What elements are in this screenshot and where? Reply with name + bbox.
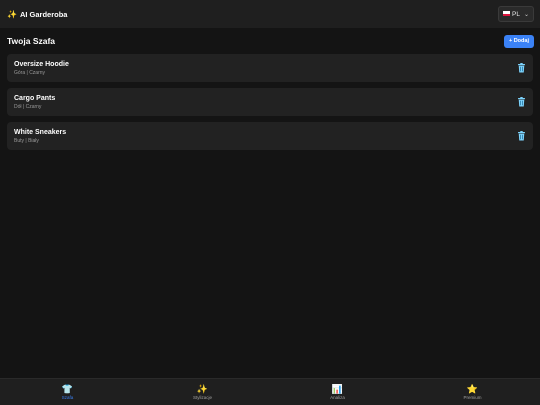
nav-label: Szafa: [61, 394, 74, 400]
app-title: ✨ AI Garderoba: [7, 10, 67, 19]
nav-label: Analiza: [330, 394, 345, 400]
bottom-nav: 👕 Szafa ✨ Stylizacje 📊 Analiza ⭐ Premium: [0, 378, 540, 405]
sparkle-icon: ✨: [196, 383, 209, 394]
item-meta: Dół | Czarny: [14, 103, 42, 110]
wardrobe-section-header: Twoja Szafa + Dodaj: [7, 34, 534, 48]
poland-flag-icon: [503, 11, 510, 17]
sparkle-icon: ✨: [7, 9, 17, 19]
item-meta: Buty | Biały: [14, 137, 39, 144]
list-item[interactable]: Oversize Hoodie Góra | Czarny: [7, 54, 533, 82]
nav-item-outfits[interactable]: ✨ Stylizacje: [135, 379, 270, 405]
star-icon: ⭐: [466, 383, 479, 394]
language-selected: PL: [503, 11, 520, 18]
app-header: ✨ AI Garderoba PL ⌄: [0, 0, 540, 28]
trash-icon[interactable]: [517, 131, 526, 141]
nav-label: Stylizacje: [192, 394, 212, 400]
nav-label: Premium: [463, 394, 482, 400]
page-title: Twoja Szafa: [7, 36, 56, 46]
item-name: White Sneakers: [14, 128, 67, 136]
list-item[interactable]: Cargo Pants Dół | Czarny: [7, 88, 533, 116]
tshirt-icon: 👕: [61, 383, 74, 394]
language-code: PL: [512, 10, 520, 18]
item-info: White Sneakers Buty | Biały: [14, 128, 66, 145]
item-info: Cargo Pants Dół | Czarny: [14, 94, 55, 111]
item-info: Oversize Hoodie Góra | Czarny: [14, 60, 69, 77]
chevron-down-icon: ⌄: [523, 11, 529, 18]
item-name: Oversize Hoodie: [14, 60, 69, 68]
trash-icon[interactable]: [517, 97, 526, 107]
app-title-text: AI Garderoba: [19, 9, 68, 19]
item-meta: Góra | Czarny: [14, 69, 46, 76]
list-item[interactable]: White Sneakers Buty | Biały: [7, 122, 533, 150]
wardrobe-list: Oversize Hoodie Góra | Czarny Cargo Pant…: [7, 54, 533, 156]
nav-item-premium[interactable]: ⭐ Premium: [405, 379, 540, 405]
nav-item-analysis[interactable]: 📊 Analiza: [270, 379, 405, 405]
trash-icon[interactable]: [517, 63, 526, 73]
item-name: Cargo Pants: [14, 94, 56, 102]
bar-chart-icon: 📊: [331, 383, 344, 394]
nav-item-wardrobe[interactable]: 👕 Szafa: [0, 379, 135, 405]
language-select[interactable]: PL ⌄: [498, 6, 534, 22]
add-item-button[interactable]: + Dodaj: [503, 34, 534, 48]
